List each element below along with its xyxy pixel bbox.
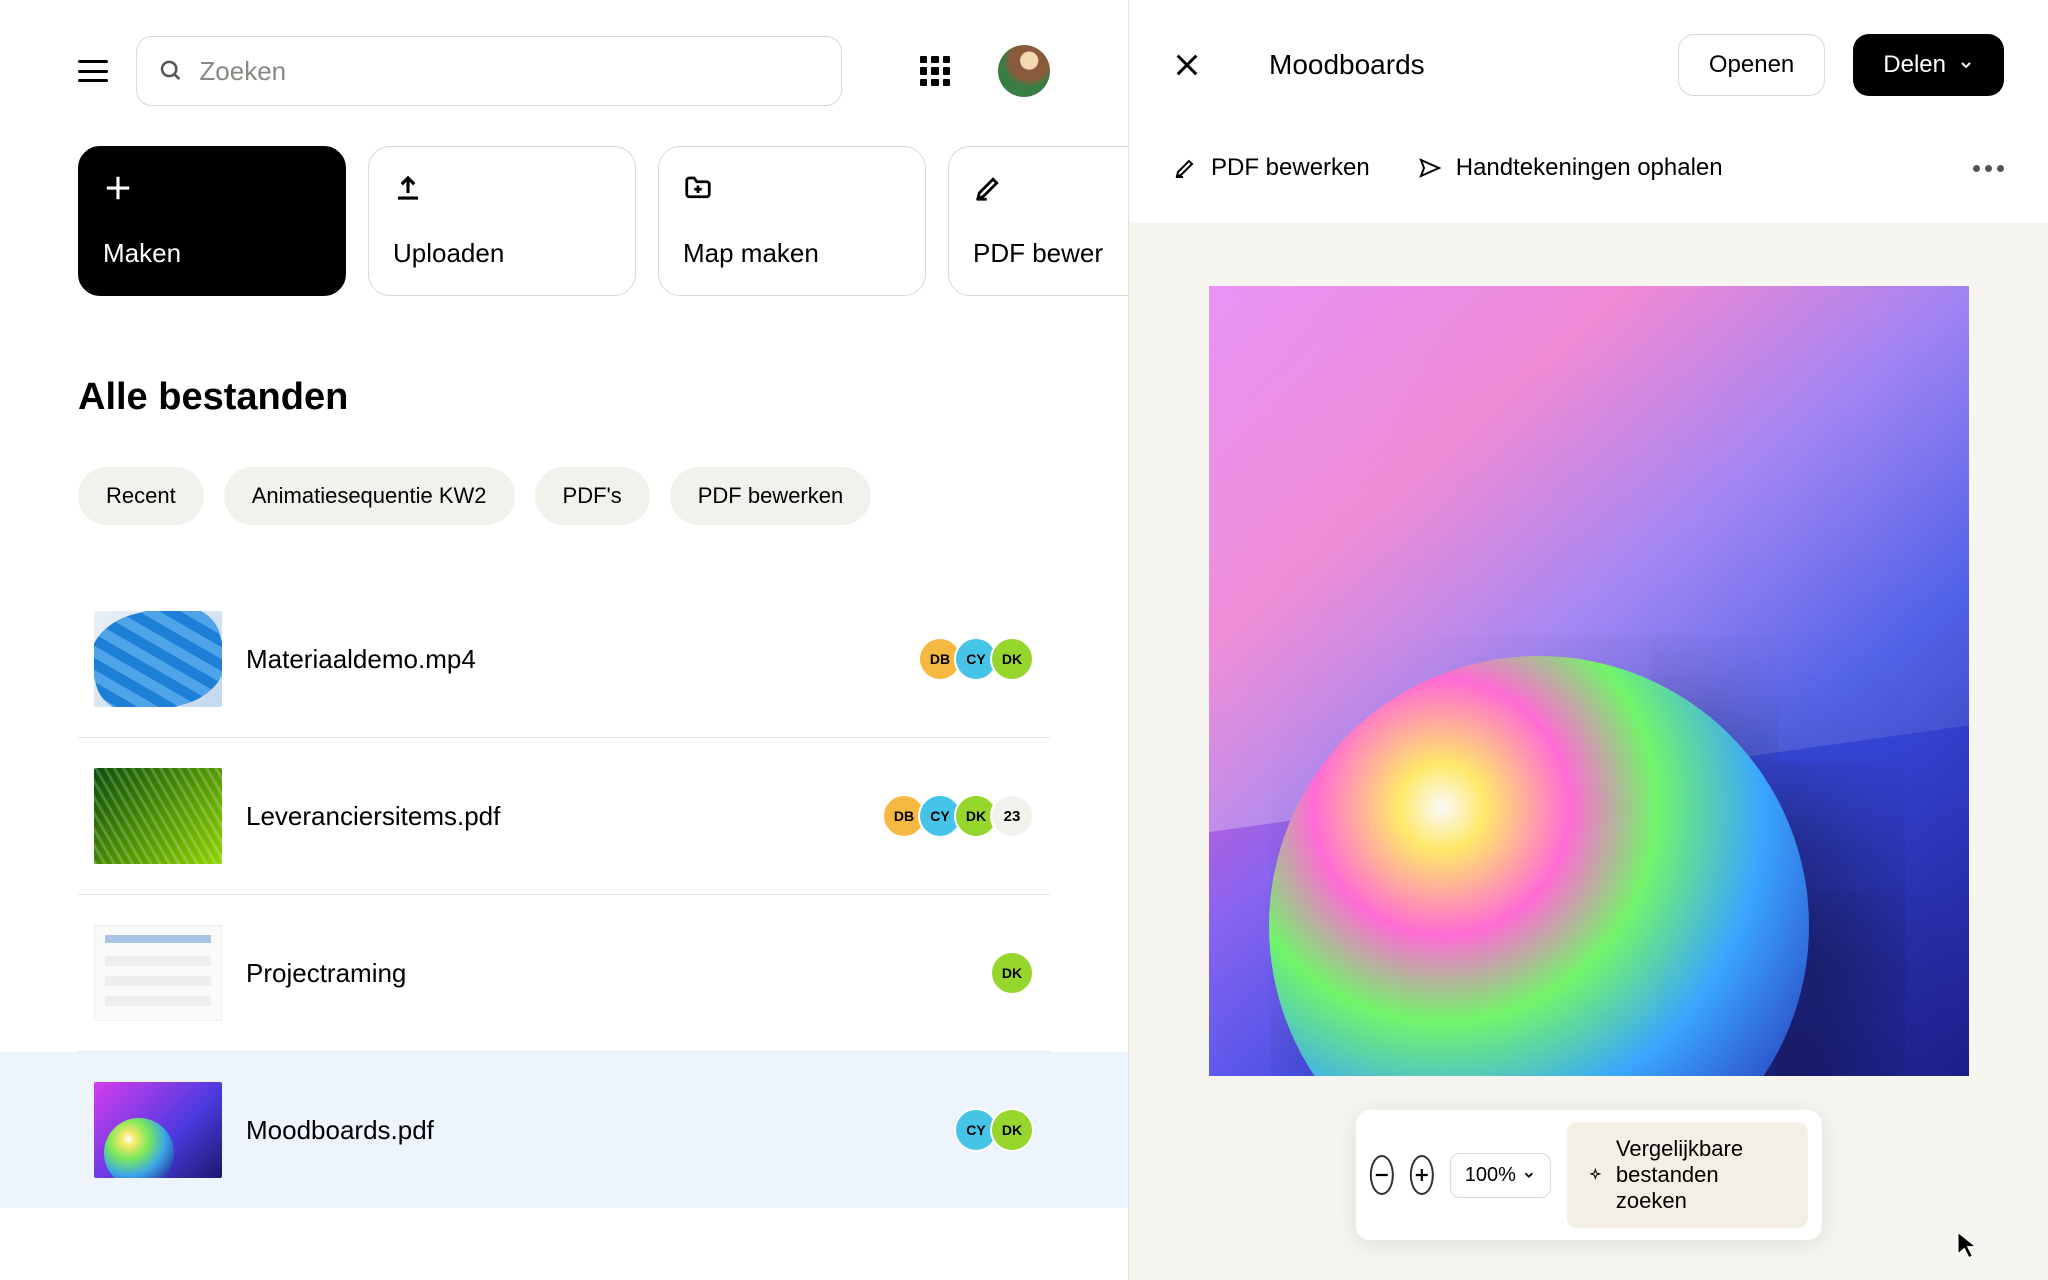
file-name: Projectraming — [246, 958, 966, 989]
find-similar-label: Vergelijkbare bestanden zoeken — [1616, 1136, 1786, 1214]
zoom-out-button[interactable] — [1369, 1155, 1393, 1195]
chip-animation[interactable]: Animatiesequentie KW2 — [224, 467, 515, 525]
apps-grid-icon[interactable] — [920, 56, 950, 86]
file-list: Materiaaldemo.mp4 DB CY DK Leveranciersi… — [78, 581, 1050, 1208]
more-icon[interactable] — [1973, 165, 2004, 172]
search-box[interactable] — [136, 36, 842, 106]
new-folder-button[interactable]: Map maken — [658, 146, 926, 296]
upload-icon — [393, 173, 423, 203]
chevron-down-icon — [1958, 57, 1974, 73]
find-similar-button[interactable]: Vergelijkbare bestanden zoeken — [1567, 1122, 1808, 1228]
shared-with: CY DK — [954, 1108, 1034, 1152]
file-row-selected[interactable]: Moodboards.pdf CY DK — [0, 1052, 1128, 1208]
quick-actions: Maken Uploaden Map maken PDF bewer — [78, 146, 1050, 296]
open-button[interactable]: Openen — [1678, 34, 1825, 96]
edit-pdf-action[interactable]: PDF bewerken — [1173, 154, 1370, 182]
shared-with: DB CY DK 23 — [882, 794, 1034, 838]
edit-pdf-action-label: PDF bewerken — [1211, 154, 1370, 182]
preview-header: Moodboards Openen Delen — [1129, 0, 2048, 130]
share-label: Delen — [1883, 51, 1946, 79]
shared-with: DK — [990, 951, 1034, 995]
share-button[interactable]: Delen — [1853, 34, 2004, 96]
search-input[interactable] — [199, 56, 819, 87]
close-icon[interactable] — [1173, 51, 1201, 79]
upload-label: Uploaden — [393, 238, 611, 269]
avatar-badge: DK — [990, 1108, 1034, 1152]
file-thumbnail — [94, 1082, 222, 1178]
file-name: Moodboards.pdf — [246, 1115, 930, 1146]
file-thumbnail — [94, 611, 222, 707]
file-name: Leveranciersitems.pdf — [246, 801, 858, 832]
zoom-value: 100% — [1465, 1164, 1516, 1187]
new-folder-label: Map maken — [683, 238, 901, 269]
chip-edit-pdf[interactable]: PDF bewerken — [670, 467, 872, 525]
sparkle-icon — [1589, 1163, 1602, 1187]
plus-icon — [103, 173, 133, 203]
file-row[interactable]: Materiaaldemo.mp4 DB CY DK — [78, 581, 1050, 738]
create-label: Maken — [103, 238, 321, 269]
menu-icon[interactable] — [78, 56, 108, 86]
plus-icon — [1413, 1166, 1431, 1184]
preview-image — [1209, 286, 1969, 1076]
minus-icon — [1372, 1166, 1390, 1184]
file-row[interactable]: Projectraming DK — [78, 895, 1050, 1052]
file-thumbnail — [94, 925, 222, 1021]
file-name: Materiaaldemo.mp4 — [246, 644, 894, 675]
zoom-toolbar: 100% Vergelijkbare bestanden zoeken — [1355, 1110, 1821, 1240]
zoom-level[interactable]: 100% — [1450, 1153, 1551, 1198]
chip-recent[interactable]: Recent — [78, 467, 204, 525]
section-title: Alle bestanden — [78, 376, 1050, 419]
preview-actions: PDF bewerken Handtekeningen ophalen — [1129, 130, 2048, 222]
preview-area: 100% Vergelijkbare bestanden zoeken — [1129, 222, 2048, 1280]
get-signatures-action[interactable]: Handtekeningen ophalen — [1418, 154, 1723, 182]
create-button[interactable]: Maken — [78, 146, 346, 296]
chevron-down-icon — [1522, 1168, 1536, 1182]
file-browser-pane: Maken Uploaden Map maken PDF bewer Alle … — [0, 0, 1128, 1280]
get-signatures-label: Handtekeningen ophalen — [1456, 154, 1723, 182]
shared-with: DB CY DK — [918, 637, 1034, 681]
top-bar — [78, 36, 1050, 106]
pencil-icon — [1173, 156, 1197, 180]
search-icon — [159, 58, 183, 84]
avatar-badge: DK — [990, 637, 1034, 681]
zoom-in-button[interactable] — [1410, 1155, 1434, 1195]
avatar-badge: DK — [990, 951, 1034, 995]
avatar-count: 23 — [990, 794, 1034, 838]
open-label: Openen — [1709, 51, 1794, 79]
preview-pane: Moodboards Openen Delen PDF bewerken Han… — [1128, 0, 2048, 1280]
chip-pdfs[interactable]: PDF's — [535, 467, 650, 525]
upload-button[interactable]: Uploaden — [368, 146, 636, 296]
send-icon — [1418, 156, 1442, 180]
file-row[interactable]: Leveranciersitems.pdf DB CY DK 23 — [78, 738, 1050, 895]
preview-title: Moodboards — [1269, 49, 1650, 81]
user-avatar[interactable] — [998, 45, 1050, 97]
cursor-icon — [1956, 1230, 1978, 1260]
pencil-icon — [973, 173, 1003, 203]
file-thumbnail — [94, 768, 222, 864]
filter-chips: Recent Animatiesequentie KW2 PDF's PDF b… — [78, 467, 1050, 525]
folder-plus-icon — [683, 173, 713, 203]
